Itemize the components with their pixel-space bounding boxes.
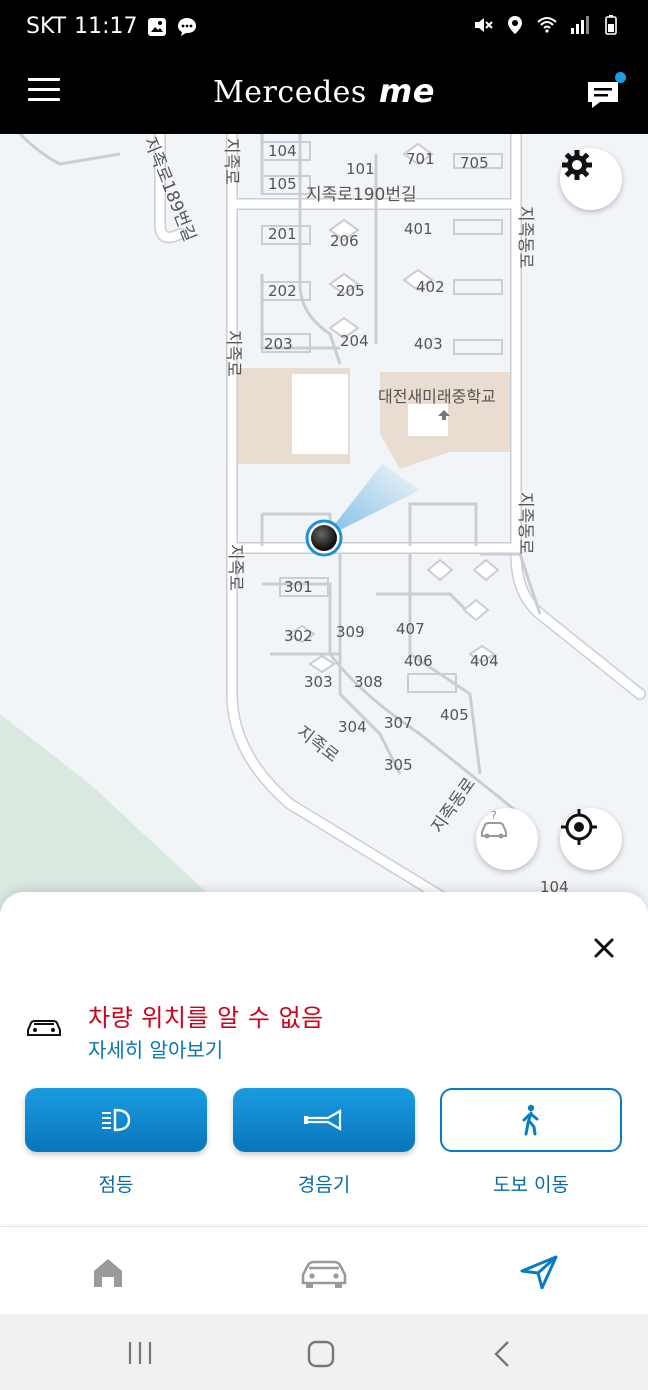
map-label: 204 — [340, 332, 369, 350]
crosshair-icon — [561, 809, 597, 845]
map-label: 307 — [384, 714, 413, 732]
school-building — [292, 374, 348, 454]
wifi-icon — [537, 17, 557, 33]
home-button-icon[interactable] — [306, 1340, 336, 1368]
map-label: 406 — [404, 652, 433, 670]
map-label: 308 — [354, 673, 383, 691]
map-label: 402 — [416, 278, 445, 296]
map-label: 201 — [268, 225, 297, 243]
messages-button[interactable] — [584, 72, 626, 114]
map-label: 지족로 — [293, 722, 342, 767]
system-navigation-bar — [0, 1314, 648, 1390]
vehicle-location-unknown-title: 차량 위치를 알 수 없음 — [88, 1004, 324, 1032]
clock: 11:17 — [74, 14, 138, 39]
map-label: 104 — [268, 142, 297, 160]
map-label: 101 — [346, 160, 375, 178]
mute-icon — [475, 18, 493, 32]
map-label: 지족동로 — [428, 774, 480, 837]
map-label: 지족로 — [223, 330, 243, 377]
status-bar: SKT 11:17 — [0, 0, 648, 56]
gallery-notification-icon — [147, 17, 166, 36]
map-label: 202 — [268, 282, 297, 300]
map-label: 지족로 — [221, 138, 241, 185]
horn-button[interactable] — [233, 1088, 415, 1152]
map-settings-button[interactable] — [560, 148, 622, 210]
map-label: 지족로190번길 — [306, 185, 417, 205]
location-icon — [508, 16, 522, 34]
map-label: 401 — [404, 220, 433, 238]
map-label: 302 — [284, 627, 313, 645]
car-location-button[interactable]: ? — [476, 808, 538, 870]
map-label: 대전새미래중학교 — [378, 387, 496, 406]
recent-apps-icon[interactable] — [126, 1340, 154, 1366]
notification-dot — [615, 72, 626, 83]
map-label: 205 — [336, 282, 365, 300]
gear-icon — [562, 150, 592, 180]
map-label: 지족로 — [225, 544, 245, 591]
svg-text:?: ? — [491, 809, 497, 822]
headlight-button[interactable] — [25, 1088, 207, 1152]
map-label: 303 — [304, 673, 333, 691]
car-tab-icon[interactable] — [300, 1255, 348, 1289]
brand-logo: Mercedes me — [0, 72, 648, 110]
walk-navigation-button[interactable] — [440, 1088, 622, 1152]
horn-label: 경음기 — [297, 1174, 351, 1196]
map-label: 701 — [406, 150, 435, 168]
bottom-navigation — [0, 1226, 648, 1314]
learn-more-link[interactable]: 자세히 알아보기 — [88, 1034, 223, 1063]
close-icon[interactable] — [592, 936, 616, 960]
map-label: 지족동로 — [515, 206, 535, 269]
map-label: 304 — [338, 718, 367, 736]
park-area — [0, 714, 230, 914]
navigate-icon[interactable] — [518, 1255, 562, 1289]
map-label: 404 — [470, 652, 499, 670]
horn-icon — [304, 1109, 342, 1131]
map-label: 203 — [264, 335, 293, 353]
brand-suffix: me — [378, 72, 435, 110]
locate-me-button[interactable] — [560, 808, 622, 870]
signal-icon — [571, 16, 589, 34]
road-fills — [155, 134, 645, 914]
status-left: SKT 11:17 — [26, 14, 198, 39]
map-label: 705 — [460, 154, 489, 172]
headlight-icon — [102, 1108, 131, 1132]
map-label: 403 — [414, 335, 443, 353]
home-icon[interactable] — [86, 1255, 130, 1289]
map-label: 206 — [330, 232, 359, 250]
back-icon[interactable] — [490, 1340, 516, 1368]
headlight-label: 점등 — [98, 1174, 134, 1196]
app-header: Mercedes me — [0, 56, 648, 134]
walking-person-icon — [522, 1104, 539, 1136]
map-label: 309 — [336, 623, 365, 641]
walk-navigation-label: 도보 이동 — [493, 1174, 569, 1196]
car-question-icon: ? — [481, 809, 507, 839]
map-label: 지족로189번길 — [139, 134, 199, 244]
brand-name: Mercedes — [213, 75, 367, 110]
map-label: 305 — [384, 756, 413, 774]
current-location-dot — [311, 525, 337, 551]
carrier-label: SKT — [26, 14, 67, 39]
map-label: 301 — [284, 578, 313, 596]
message-notification-icon — [177, 17, 196, 36]
map-label: 407 — [396, 620, 425, 638]
car-icon — [27, 1020, 61, 1036]
map-label: 지족동로 — [515, 492, 535, 555]
map-label: 105 — [268, 175, 297, 193]
map-canvas: 104 105 101 701 705 지족로190번길 201 206 401… — [0, 134, 646, 914]
map-view[interactable]: 104 105 101 701 705 지족로190번길 201 206 401… — [0, 134, 648, 914]
status-right — [472, 14, 622, 36]
battery-icon — [605, 15, 617, 35]
map-label: 405 — [440, 706, 469, 724]
vehicle-status-sheet: 차량 위치를 알 수 없음 자세히 알아보기 점등 경음기 도보 이동 — [0, 892, 648, 1224]
